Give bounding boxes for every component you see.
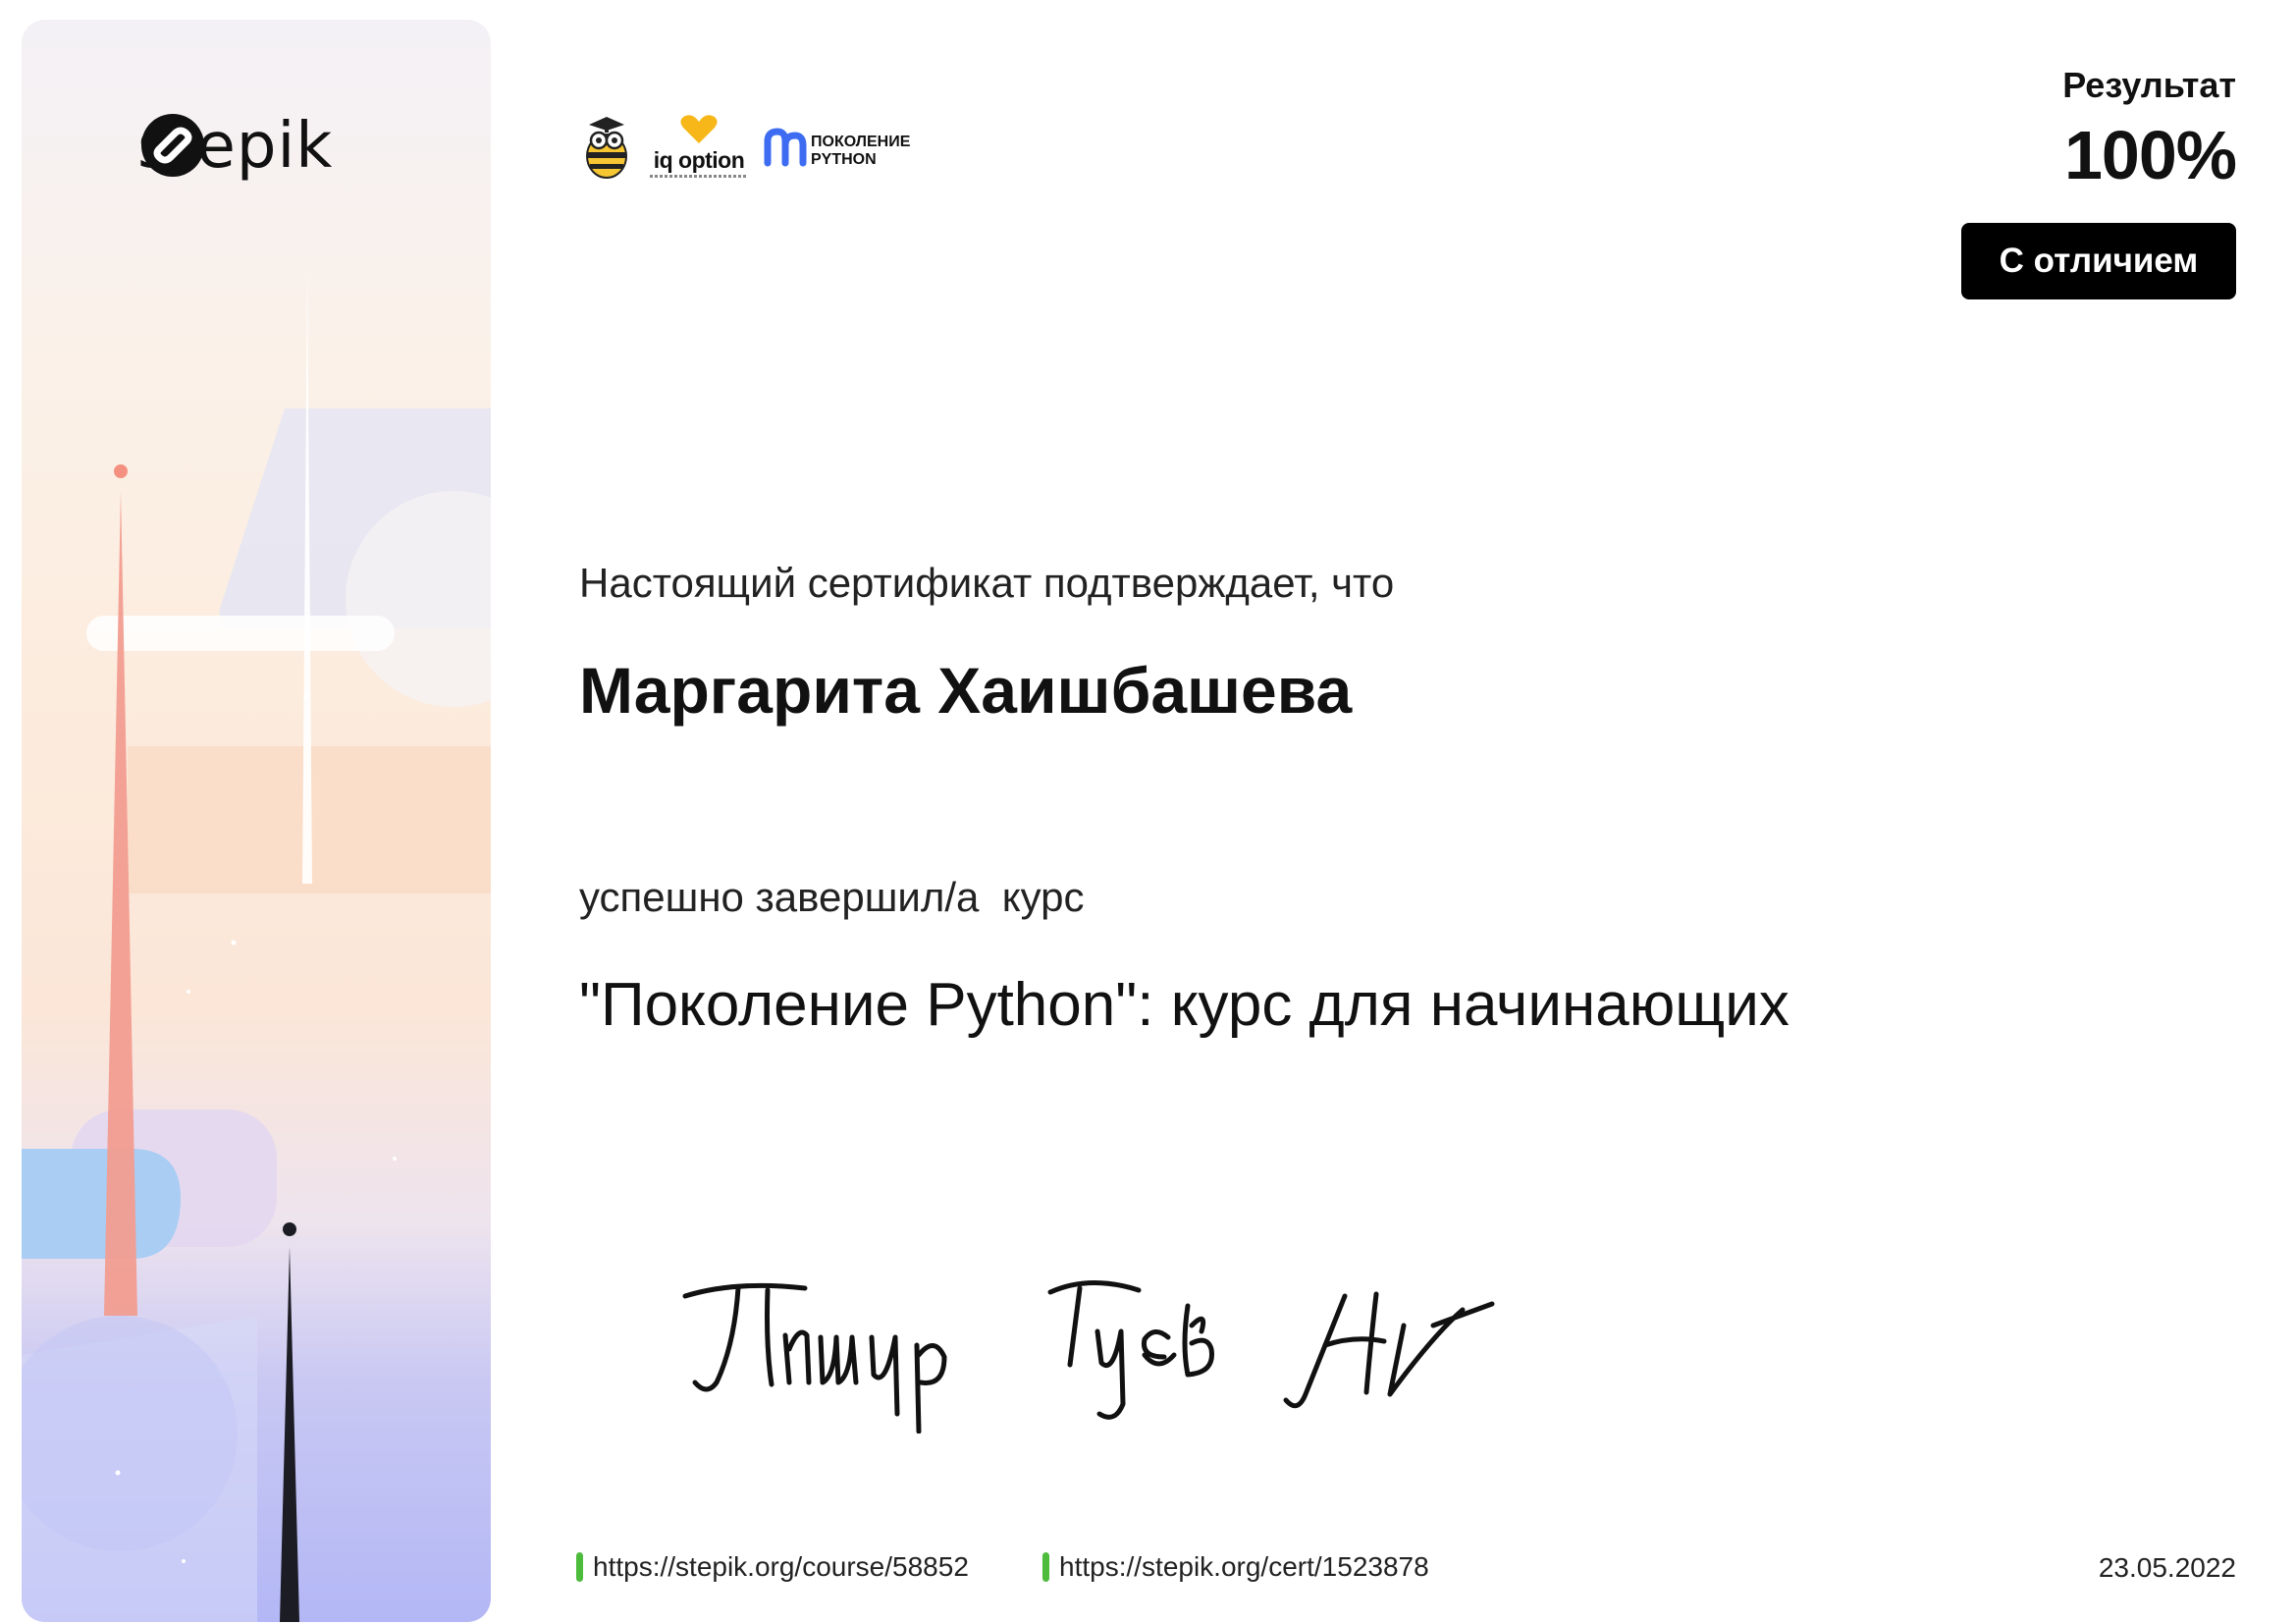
stepik-mark-icon — [141, 114, 204, 177]
handwritten-signature — [682, 1280, 1495, 1434]
iq-option-subtitle-line — [650, 174, 748, 178]
decorative-shapes — [22, 265, 491, 1622]
recipient-name: Маргарита Хаишбашева — [579, 654, 1353, 727]
pokolenie-python-text: ПОКОЛЕНИЕ PYTHON — [811, 133, 911, 168]
partner-logos: iq option ПОКОЛЕНИЕ PYTHON — [579, 110, 931, 184]
result-value: 100% — [2063, 117, 2237, 193]
certificate-intro: Настоящий сертификат подтверждает, что — [579, 560, 1395, 606]
pokolenie-python-mark-icon — [764, 127, 807, 166]
course-link[interactable]: https://stepik.org/course/58852 — [576, 1551, 969, 1583]
certificate-link-text[interactable]: https://stepik.org/cert/1523878 — [1059, 1551, 1429, 1583]
decorative-side-panel: stepik — [22, 20, 491, 1622]
pokolenie-python-logo: ПОКОЛЕНИЕ PYTHON — [764, 118, 931, 177]
issue-date: 23.05.2022 — [2098, 1552, 2236, 1583]
course-name: "Поколение Python": курс для начинающих — [579, 971, 1789, 1039]
iq-option-text: iq option — [653, 146, 745, 173]
link-marker-icon — [1042, 1552, 1049, 1582]
completion-text: успешно завершил/а курс — [579, 874, 1085, 920]
result-label: Результат — [2062, 65, 2236, 105]
course-link-text[interactable]: https://stepik.org/course/58852 — [593, 1551, 969, 1583]
heart-icon — [680, 114, 718, 143]
bee-mascot-icon — [579, 113, 634, 182]
distinction-badge: С отличием — [1961, 223, 2236, 299]
link-marker-icon — [576, 1552, 583, 1582]
certificate-link[interactable]: https://stepik.org/cert/1523878 — [1042, 1551, 1429, 1583]
iq-option-logo: iq option — [644, 112, 754, 183]
stepik-logo: stepik — [137, 110, 333, 183]
